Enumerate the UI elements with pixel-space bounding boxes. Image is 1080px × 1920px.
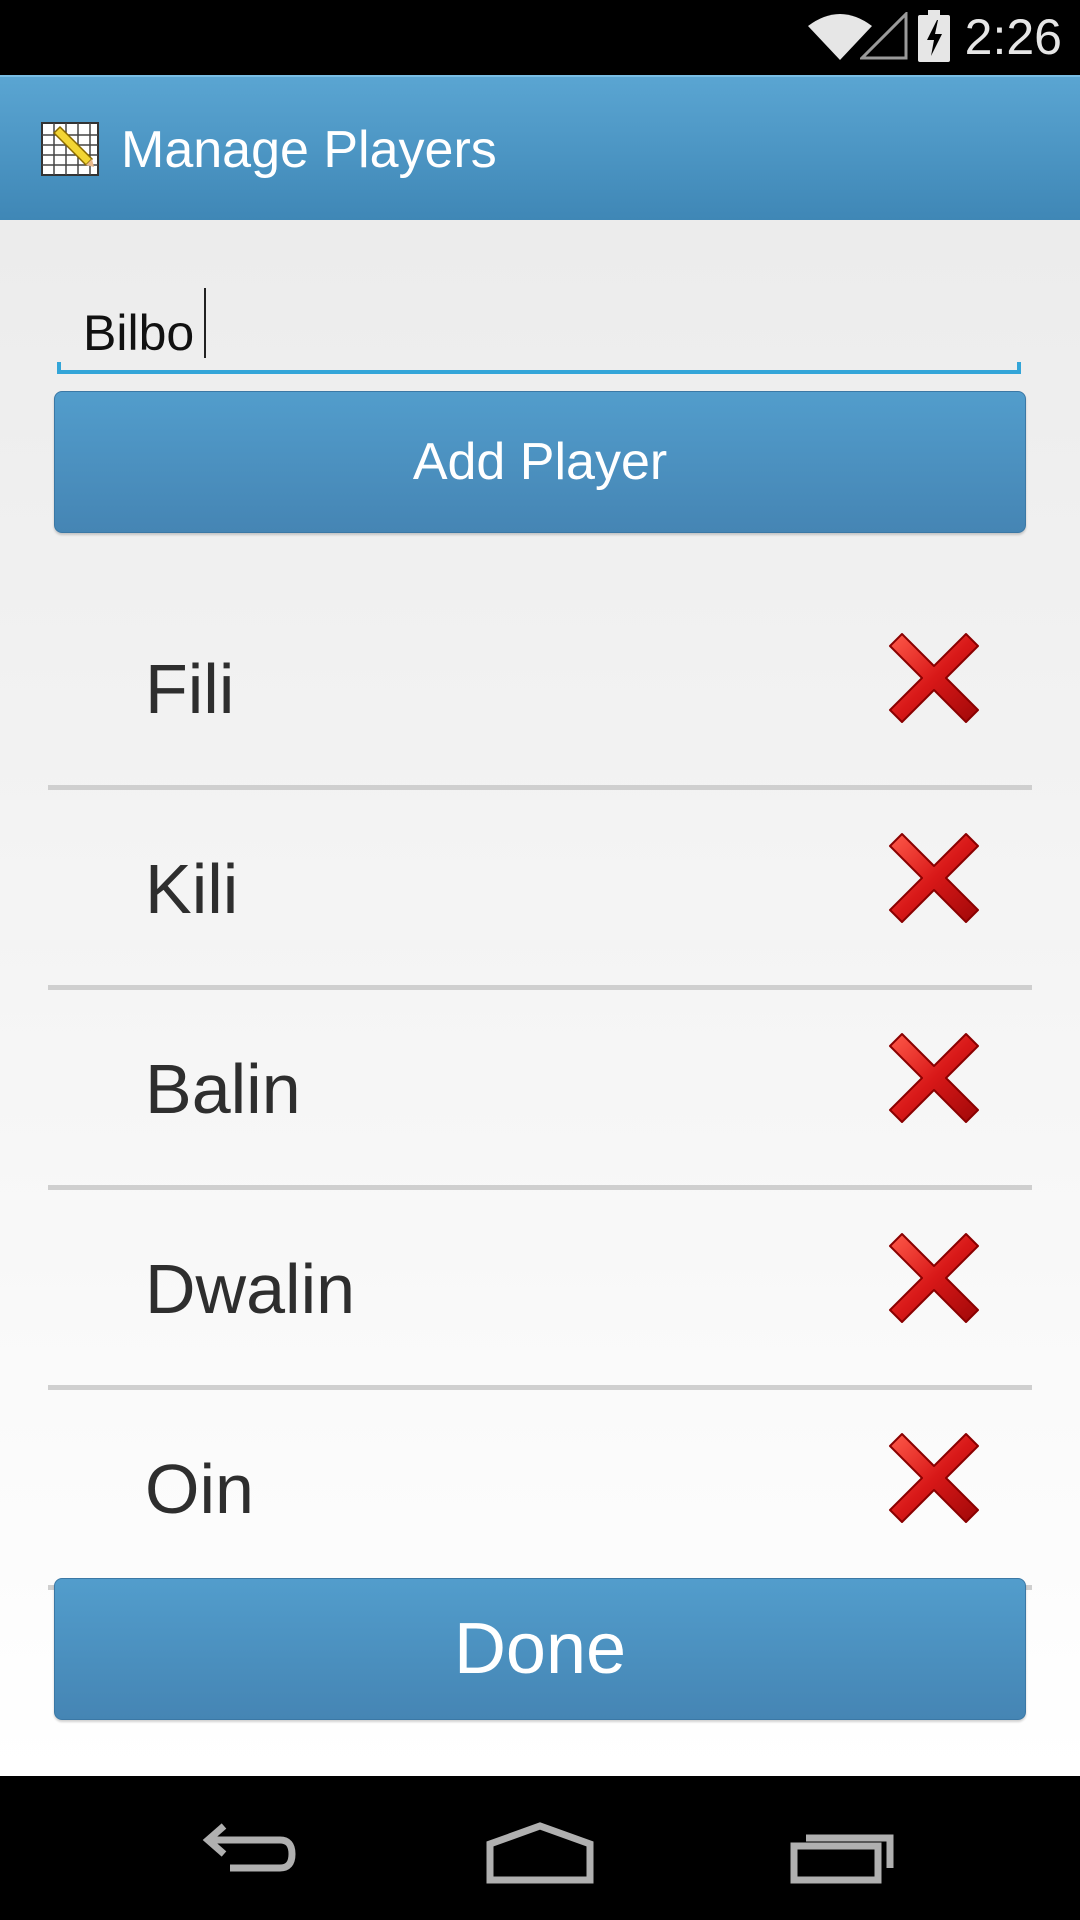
list-item: Balin	[48, 990, 1032, 1190]
delete-icon[interactable]	[886, 1430, 982, 1526]
list-item: Fili	[48, 590, 1032, 790]
player-name: Balin	[145, 1050, 301, 1128]
home-icon[interactable]	[480, 1816, 600, 1886]
player-name-field[interactable]	[57, 282, 1021, 374]
player-name: Fili	[145, 650, 235, 728]
cell-signal-icon	[860, 12, 908, 60]
player-name: Dwalin	[145, 1250, 356, 1328]
player-name: Oin	[145, 1450, 254, 1528]
list-item: Oin	[48, 1390, 1032, 1590]
recent-apps-icon[interactable]	[780, 1816, 900, 1886]
delete-icon[interactable]	[886, 830, 982, 926]
spreadsheet-pencil-icon[interactable]	[40, 121, 102, 179]
manage-players-content: Add Player Fili Kili Balin	[0, 220, 1080, 1776]
player-name: Kili	[145, 850, 239, 928]
navigation-bar	[0, 1776, 1080, 1920]
page-title: Manage Players	[121, 121, 497, 179]
done-button[interactable]: Done	[54, 1578, 1026, 1720]
action-bar: Manage Players	[0, 75, 1080, 220]
back-icon[interactable]	[180, 1816, 300, 1886]
list-item: Kili	[48, 790, 1032, 990]
list-item: Dwalin	[48, 1190, 1032, 1390]
delete-icon[interactable]	[886, 1230, 982, 1326]
battery-charging-icon	[918, 10, 950, 62]
text-cursor	[204, 288, 206, 358]
player-name-input[interactable]	[83, 300, 983, 366]
player-list: Fili Kili Balin Dwalin Oin	[48, 590, 1032, 1590]
add-player-button[interactable]: Add Player	[54, 391, 1026, 533]
status-time: 2:26	[964, 9, 1062, 65]
delete-icon[interactable]	[886, 630, 982, 726]
delete-icon[interactable]	[886, 1030, 982, 1126]
status-bar: 2:26	[0, 0, 1080, 75]
